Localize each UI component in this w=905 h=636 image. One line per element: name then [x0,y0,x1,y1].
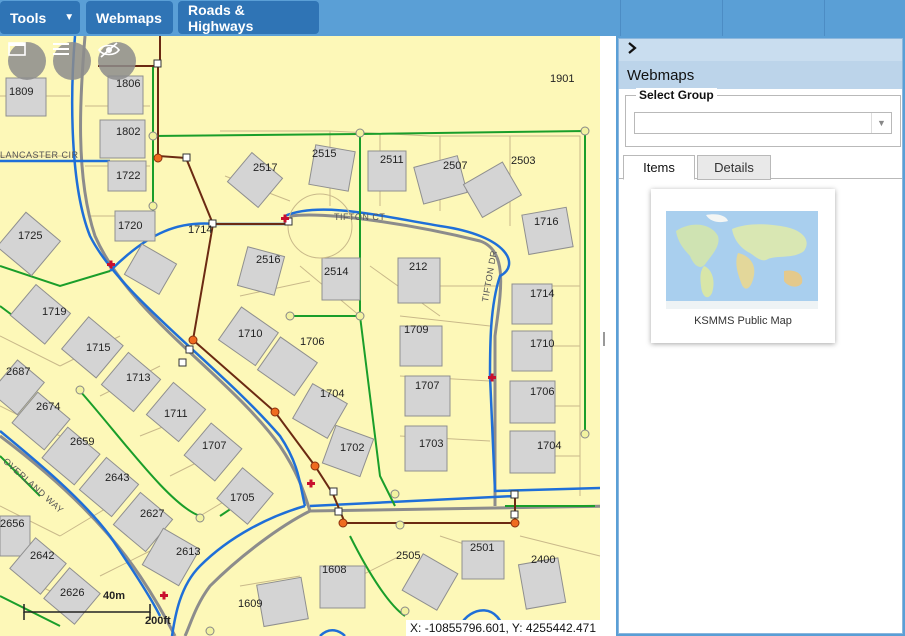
tab-items[interactable]: Items [623,155,695,180]
scale-label-feet: 200ft [145,615,171,627]
chevron-right-icon[interactable] [627,41,637,59]
parcel-label: 1809 [9,86,34,98]
parcel-label: 1704 [537,440,562,452]
parcel-label: 2514 [324,266,349,278]
parcel-label: 2516 [256,254,281,266]
side-panel: Webmaps Select Group ▼ Items Details KSM… [616,36,905,636]
parcel-label: 2517 [253,162,278,174]
parcel-label: 1711 [164,408,188,420]
parcel-label: 2511 [380,154,404,166]
parcel-label: 2659 [70,436,95,448]
tab-details[interactable]: Details [697,155,771,180]
parcel-label: 1706 [530,386,555,398]
webmap-card[interactable]: KSMMS Public Map [651,189,835,343]
group-select-value [635,116,639,130]
parcel-label: 2656 [0,518,25,530]
parcel-label: 1705 [230,492,255,504]
parcel-label: 1720 [118,220,143,232]
parcel-label: 2400 [531,554,556,566]
tab-items-label: Items [643,160,675,175]
parcel-label: 2687 [6,366,31,378]
parcel-label: 1802 [116,126,141,138]
splitter-grip[interactable] [603,332,605,346]
parcel-label: 2503 [511,155,536,167]
collapse-bar[interactable] [619,39,902,61]
parcel-label: 1707 [202,440,227,452]
panel-splitter[interactable] [600,36,616,636]
webmaps-button[interactable]: Webmaps [86,1,173,34]
parcel-label: 1704 [320,388,345,400]
parcel-label: 2515 [312,148,337,160]
parcel-label: 1901 [550,73,575,85]
parcel-label: 1702 [340,442,365,454]
parcel-label: 2674 [36,401,61,413]
parcel-label: 1707 [415,380,440,392]
parcel-label: 1706 [300,336,325,348]
parcel-label: 2505 [396,550,421,562]
panel-title: Webmaps [619,61,902,89]
items-list: KSMMS Public Map [619,179,902,633]
parcel-label: 1714 [530,288,555,300]
parcel-label: 1709 [404,324,429,336]
dropdown-arrow-icon[interactable]: ▼ [871,113,891,133]
parcel-label: 1703 [419,438,444,450]
parcel-label: 1719 [42,306,67,318]
parcel-label: 1710 [530,338,555,350]
parcel-label: 2642 [30,550,55,562]
street-label: TIFTON CT [334,212,386,222]
parcel-label: 1713 [126,372,151,384]
webmaps-label: Webmaps [96,9,162,26]
extent-button[interactable] [8,42,46,80]
roads-label: Roads & Highways [188,1,254,34]
tools-label: Tools [10,9,47,26]
parcel-label: 212 [409,261,428,273]
world-map-thumbnail[interactable] [666,211,818,309]
top-toolbar: Tools ▼ Webmaps Roads & Highways [0,0,905,36]
parcel-label: 1609 [238,598,263,610]
chevron-down-icon: ▼ [64,12,75,23]
layers-button[interactable] [53,42,91,80]
panel-tabs: Items Details [619,153,902,180]
group-select[interactable]: ▼ [634,112,892,134]
parcel-label: 1722 [116,170,141,182]
map-view[interactable]: 1809 1806 1802 1722 1720 1714 1725 1719 1715 1713… [0,36,614,636]
toolbar-divider [620,0,621,36]
visibility-toggle-button[interactable] [98,42,136,80]
toolbar-divider [824,0,825,36]
side-panel-body: Webmaps Select Group ▼ Items Details KSM… [618,38,903,634]
select-group-fieldset: Select Group ▼ [625,88,901,147]
tab-details-label: Details [714,160,754,175]
parcel-label: 1714 [188,224,213,236]
toolbar-divider [722,0,723,36]
parcel-label: 1716 [534,216,559,228]
parcel-label: 1608 [322,564,347,576]
parcel-label: 2501 [470,542,495,554]
parcel-label: 2643 [105,472,130,484]
parcel-label: 1725 [18,230,43,242]
parcel-label: 2626 [60,587,85,599]
webmap-card-label: KSMMS Public Map [694,315,792,327]
parcel-label: 2613 [176,546,201,558]
cul-de-sac [287,193,353,259]
select-group-label: Select Group [636,88,717,102]
parcel-label: 1710 [238,328,263,340]
parcel-label: 2627 [140,508,165,520]
coordinate-readout: X: -10855796.601, Y: 4255442.471 [406,620,600,636]
parcel-label: 1715 [86,342,111,354]
parcel-label: 2507 [443,160,468,172]
scale-label-meters: 40m [103,590,126,602]
roads-highways-button[interactable]: Roads & Highways [178,1,319,34]
tools-menu-button[interactable]: Tools ▼ [0,1,80,34]
street-label: LANCASTER CIR [0,150,79,160]
